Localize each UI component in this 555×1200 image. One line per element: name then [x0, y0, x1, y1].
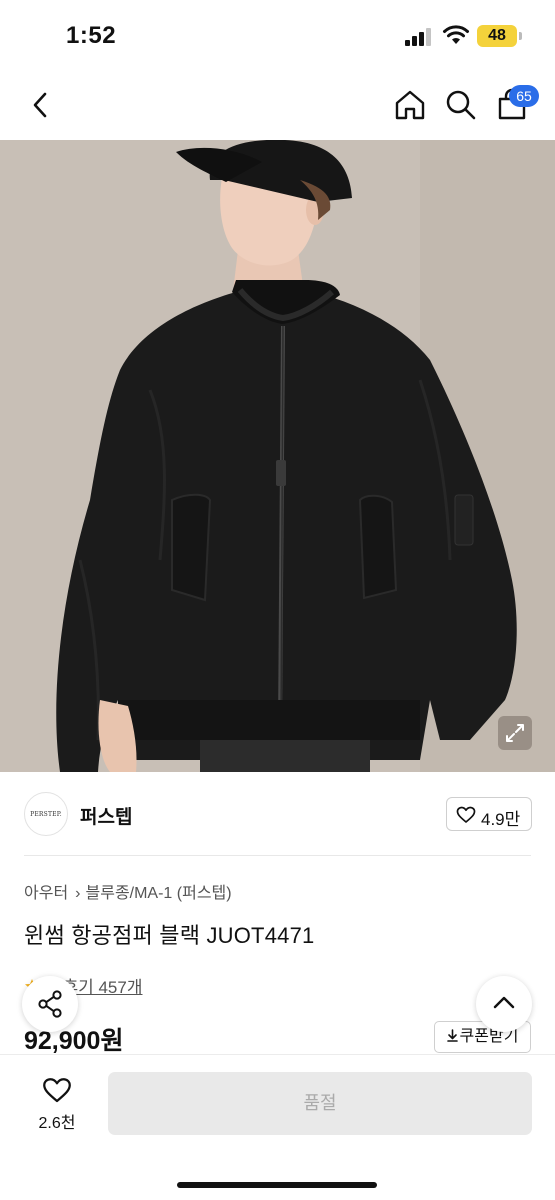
heart-icon: [456, 806, 476, 823]
wishlist-button[interactable]: 2.6천: [22, 1075, 92, 1139]
brand-logo[interactable]: PERSTEP.: [24, 792, 68, 836]
cart-count-badge: 65: [509, 85, 539, 107]
breadcrumb-item-outer[interactable]: 아우터: [24, 879, 68, 903]
chevron-up-icon: [493, 996, 515, 1009]
status-time: 1:52: [66, 22, 117, 49]
share-icon: [38, 990, 62, 1018]
scroll-top-button[interactable]: [476, 976, 532, 1032]
bottom-action-bar: 2.6천 품절: [0, 1054, 555, 1200]
home-icon[interactable]: [393, 88, 427, 122]
expand-image-icon[interactable]: [498, 716, 532, 750]
brand-row[interactable]: PERSTEP. 퍼스텝 4.9만: [0, 772, 555, 856]
product-image[interactable]: [0, 140, 555, 772]
wifi-icon: [443, 25, 469, 44]
top-nav-bar: 65: [0, 72, 555, 140]
wishlist-count: 2.6천: [38, 1115, 76, 1132]
soldout-button[interactable]: 품절: [108, 1072, 532, 1135]
home-indicator: [177, 1182, 377, 1188]
battery-indicator: 48: [477, 25, 517, 47]
battery-tip: [519, 32, 522, 40]
brand-like-button[interactable]: 4.9만: [446, 797, 532, 831]
share-button[interactable]: [22, 976, 78, 1032]
brand-like-count: 4.9만: [481, 810, 521, 829]
back-arrow-icon[interactable]: [28, 90, 54, 120]
download-icon: [446, 1029, 458, 1042]
chevron-right-icon: ›: [75, 885, 81, 902]
model-illustration: [0, 140, 555, 772]
signal-icon: [405, 28, 435, 46]
status-bar: 1:52 48: [0, 0, 555, 72]
breadcrumb: 아우터 › 블루종/MA-1 (퍼스텝): [24, 879, 232, 903]
search-icon[interactable]: [444, 88, 478, 122]
breadcrumb-item-category[interactable]: 블루종/MA-1 (퍼스텝): [86, 879, 232, 903]
heart-icon: [43, 1078, 71, 1103]
brand-name[interactable]: 퍼스텝: [80, 802, 132, 829]
product-title: 윈썸 항공점퍼 블랙 JUOT4471: [24, 923, 315, 948]
divider: [24, 855, 531, 856]
